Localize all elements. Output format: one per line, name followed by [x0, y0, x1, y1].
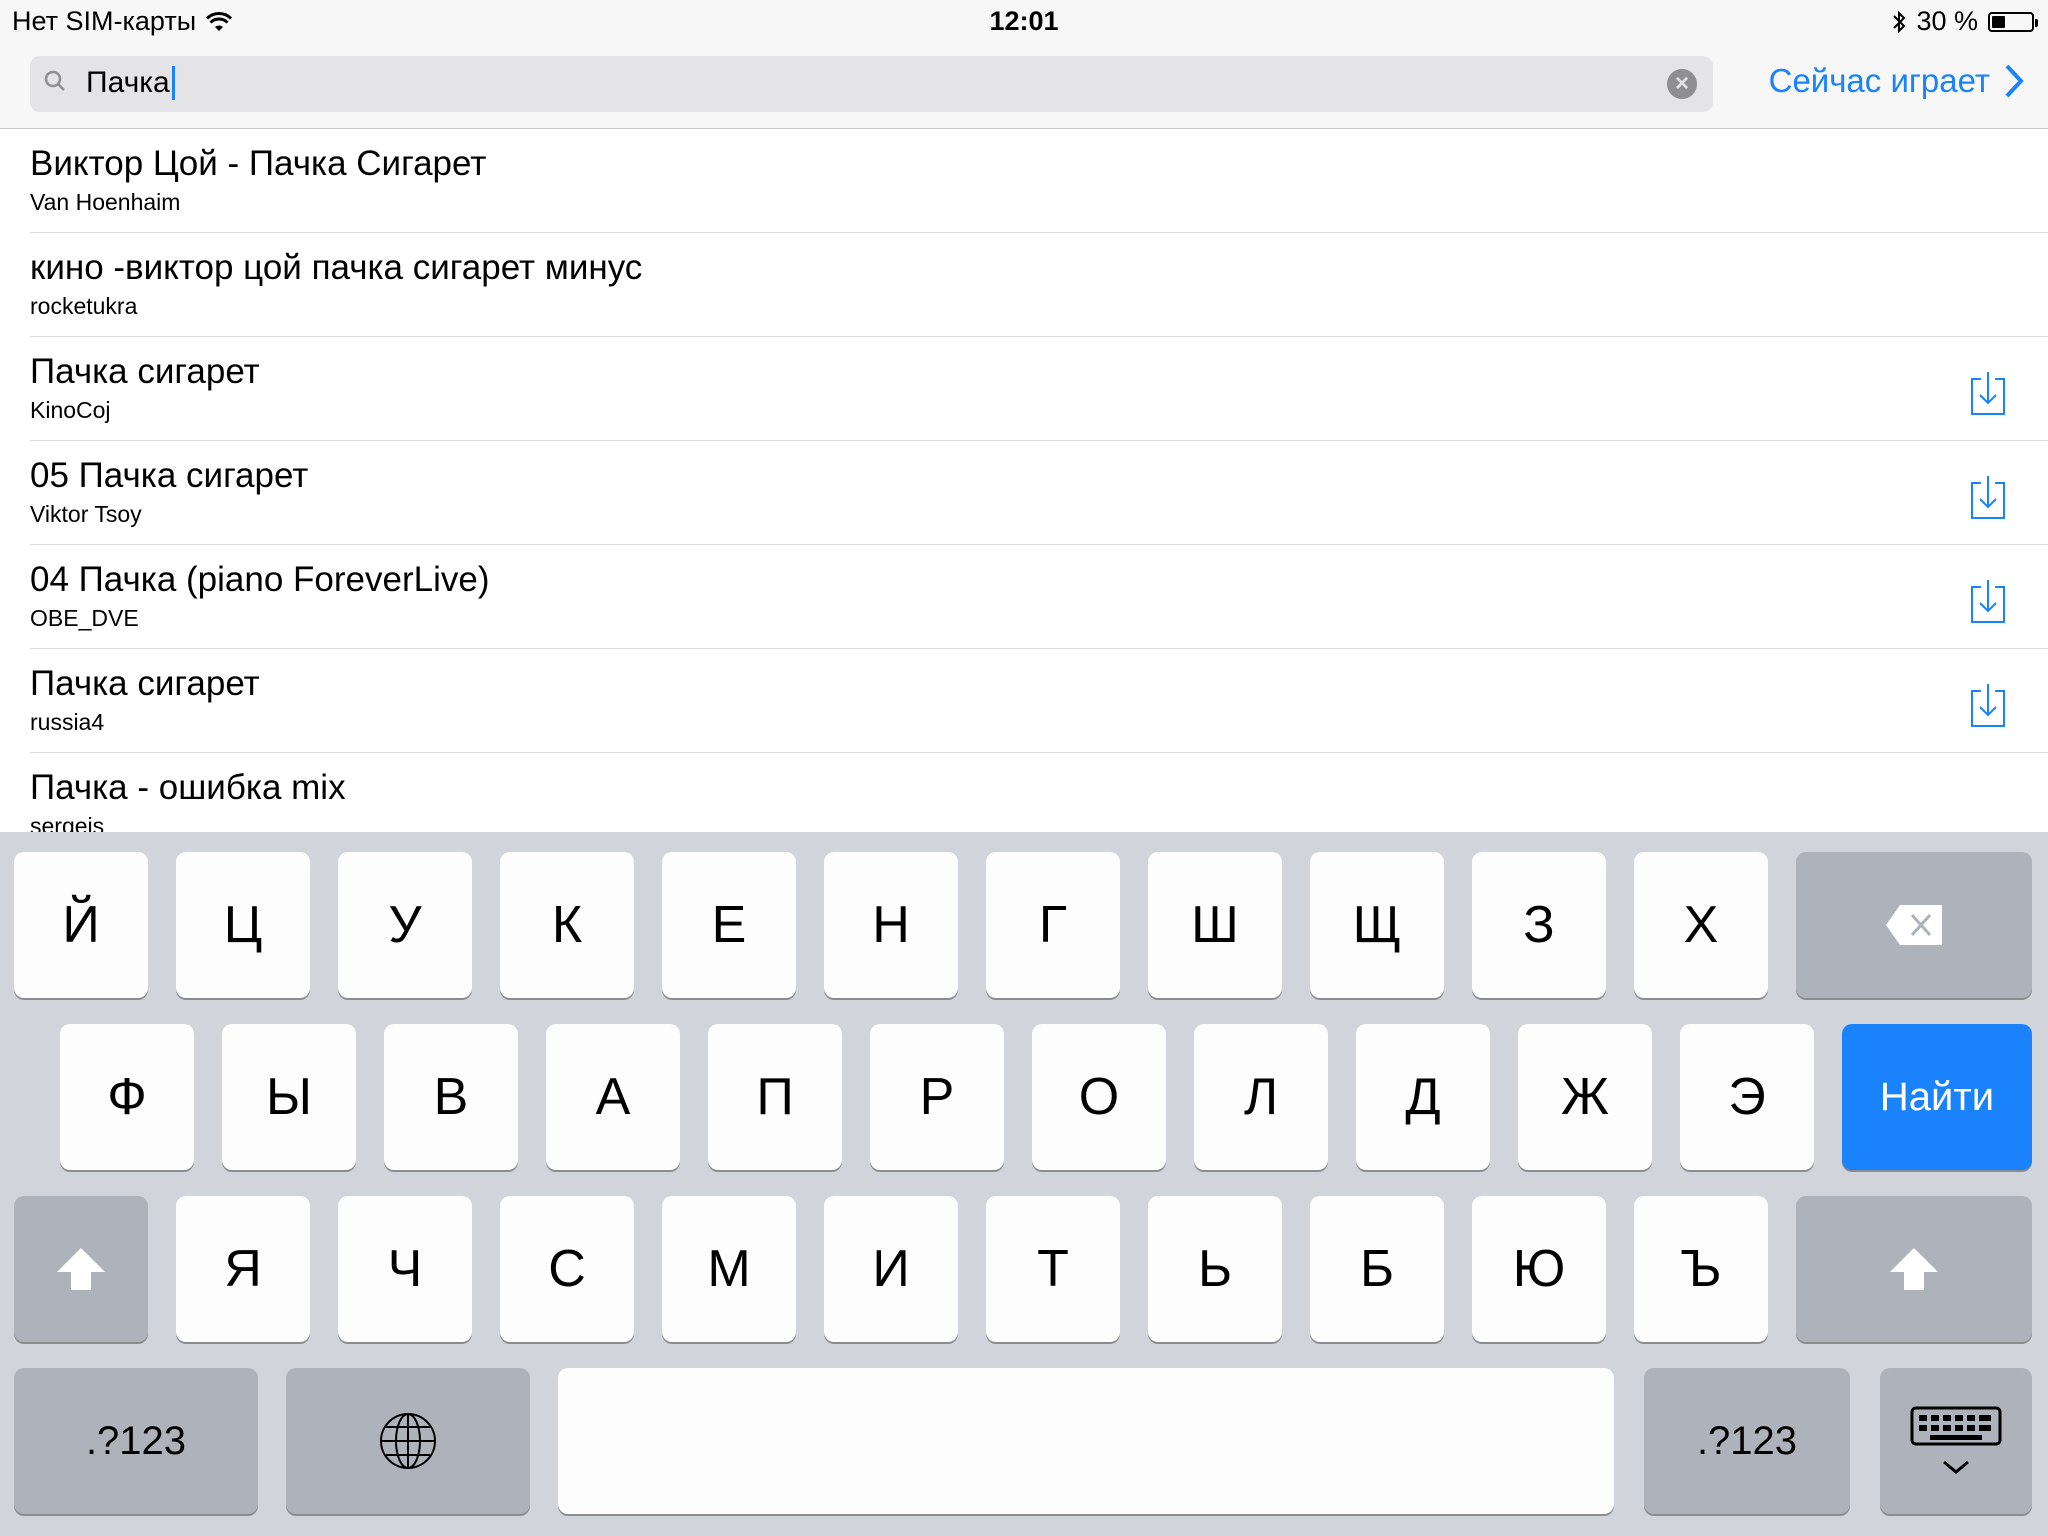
track-artist: rocketukra — [30, 293, 138, 319]
key-letter[interactable]: Ъ — [1634, 1196, 1768, 1342]
battery-percent: 30 % — [1916, 6, 1978, 36]
keyboard-hide-icon — [1910, 1406, 2002, 1474]
track-title: Пачка - ошибка mix — [30, 768, 346, 807]
key-letter[interactable]: Ч — [338, 1196, 472, 1342]
shift-key-right[interactable] — [1796, 1196, 2032, 1342]
status-right: 30 % — [1892, 6, 2038, 37]
track-title: Пачка сигарет — [30, 352, 260, 391]
key-letter[interactable]: О — [1032, 1024, 1166, 1170]
hide-keyboard-key[interactable] — [1880, 1368, 2032, 1514]
key-letter[interactable]: Ь — [1148, 1196, 1282, 1342]
track-artist: KinoCoj — [30, 397, 111, 423]
key-letter[interactable]: Г — [986, 852, 1120, 998]
list-item[interactable]: Пачка сигарет KinoCoj — [30, 337, 2048, 441]
backspace-key[interactable] — [1796, 852, 2032, 998]
key-letter[interactable]: Щ — [1310, 852, 1444, 998]
download-icon[interactable] — [1968, 683, 2008, 729]
track-artist: Van Hoenhaim — [30, 189, 181, 215]
key-letter[interactable]: Ю — [1472, 1196, 1606, 1342]
shift-key-left[interactable] — [14, 1196, 148, 1342]
key-letter[interactable]: Б — [1310, 1196, 1444, 1342]
now-playing-label: Сейчас играет — [1768, 62, 1990, 99]
key-letter[interactable]: Т — [986, 1196, 1120, 1342]
key-letter[interactable]: И — [824, 1196, 958, 1342]
key-letter[interactable]: Р — [870, 1024, 1004, 1170]
track-artist: russia4 — [30, 709, 105, 735]
download-icon[interactable] — [1968, 371, 2008, 417]
key-letter[interactable]: З — [1472, 852, 1606, 998]
list-item[interactable]: Пачка сигарет russia4 — [30, 649, 2048, 753]
track-artist: OBE_DVE — [30, 605, 139, 631]
search-value: Пачка — [86, 66, 170, 99]
key-letter[interactable]: П — [708, 1024, 842, 1170]
keyboard: Й Ц У К Е Н Г Ш Щ З Х Ф Ы В А П Р О Л Д … — [0, 832, 2048, 1536]
numbers-key-right[interactable]: .?123 — [1644, 1368, 1850, 1514]
list-item[interactable]: Пачка - ошибка mix sergeis — [30, 753, 2048, 832]
shift-icon — [57, 1248, 105, 1290]
key-letter[interactable]: Л — [1194, 1024, 1328, 1170]
status-bar: Нет SIM-карты 12:01 30 % — [0, 0, 2048, 40]
list-item[interactable]: 05 Пачка сигарет Viktor Tsoy — [30, 441, 2048, 545]
key-letter[interactable]: Н — [824, 852, 958, 998]
globe-icon — [380, 1413, 436, 1469]
track-artist: Viktor Tsoy — [30, 501, 142, 527]
key-letter[interactable]: Я — [176, 1196, 310, 1342]
key-letter[interactable]: Ы — [222, 1024, 356, 1170]
key-letter[interactable]: Ш — [1148, 852, 1282, 998]
download-icon[interactable] — [1968, 579, 2008, 625]
clock: 12:01 — [989, 6, 1059, 36]
key-letter[interactable]: С — [500, 1196, 634, 1342]
track-title: Виктор Цой - Пачка Сигарет — [30, 144, 487, 183]
clear-icon[interactable]: × — [1667, 69, 1697, 99]
key-letter[interactable]: Х — [1634, 852, 1768, 998]
key-letter[interactable]: В — [384, 1024, 518, 1170]
key-letter[interactable]: Э — [1680, 1024, 1814, 1170]
now-playing-button[interactable]: Сейчас играет — [1769, 62, 2024, 100]
search-header: Пачка × Сейчас играет — [0, 40, 2048, 129]
key-letter[interactable]: Ж — [1518, 1024, 1652, 1170]
list-item[interactable]: Виктор Цой - Пачка Сигарет Van Hoenhaim — [30, 129, 2048, 233]
list-item[interactable]: кино -виктор цой пачка сигарет минус roc… — [30, 233, 2048, 337]
search-key[interactable]: Найти — [1842, 1024, 2032, 1170]
key-letter[interactable]: Д — [1356, 1024, 1490, 1170]
globe-key[interactable] — [286, 1368, 530, 1514]
backspace-icon — [1886, 905, 1942, 945]
search-input[interactable]: Пачка — [86, 66, 175, 100]
track-title: 05 Пачка сигарет — [30, 456, 309, 495]
key-letter[interactable]: Ф — [60, 1024, 194, 1170]
key-letter[interactable]: М — [662, 1196, 796, 1342]
results-list[interactable]: Виктор Цой - Пачка Сигарет Van Hoenhaim … — [0, 129, 2048, 832]
numbers-key-left[interactable]: .?123 — [14, 1368, 258, 1514]
battery-fill — [1992, 15, 2005, 28]
track-title: Пачка сигарет — [30, 664, 260, 703]
space-key[interactable] — [558, 1368, 1614, 1514]
key-letter[interactable]: А — [546, 1024, 680, 1170]
key-letter[interactable]: Ц — [176, 852, 310, 998]
text-caret — [171, 66, 175, 100]
key-letter[interactable]: У — [338, 852, 472, 998]
track-title: кино -виктор цой пачка сигарет минус — [30, 248, 643, 287]
search-icon — [44, 70, 65, 91]
download-icon[interactable] — [1968, 475, 2008, 521]
list-item[interactable]: 04 Пачка (piano ForeverLive) OBE_DVE — [30, 545, 2048, 649]
battery-icon — [1988, 11, 2038, 32]
key-letter[interactable]: К — [500, 852, 634, 998]
bluetooth-icon — [1893, 10, 1906, 33]
key-letter[interactable]: Й — [14, 852, 148, 998]
key-letter[interactable]: Е — [662, 852, 796, 998]
chevron-right-icon — [2005, 64, 2024, 98]
track-artist: sergeis — [30, 813, 105, 832]
search-field[interactable]: Пачка × — [30, 56, 1713, 112]
track-title: 04 Пачка (piano ForeverLive) — [30, 560, 490, 599]
shift-icon — [1890, 1248, 1938, 1290]
